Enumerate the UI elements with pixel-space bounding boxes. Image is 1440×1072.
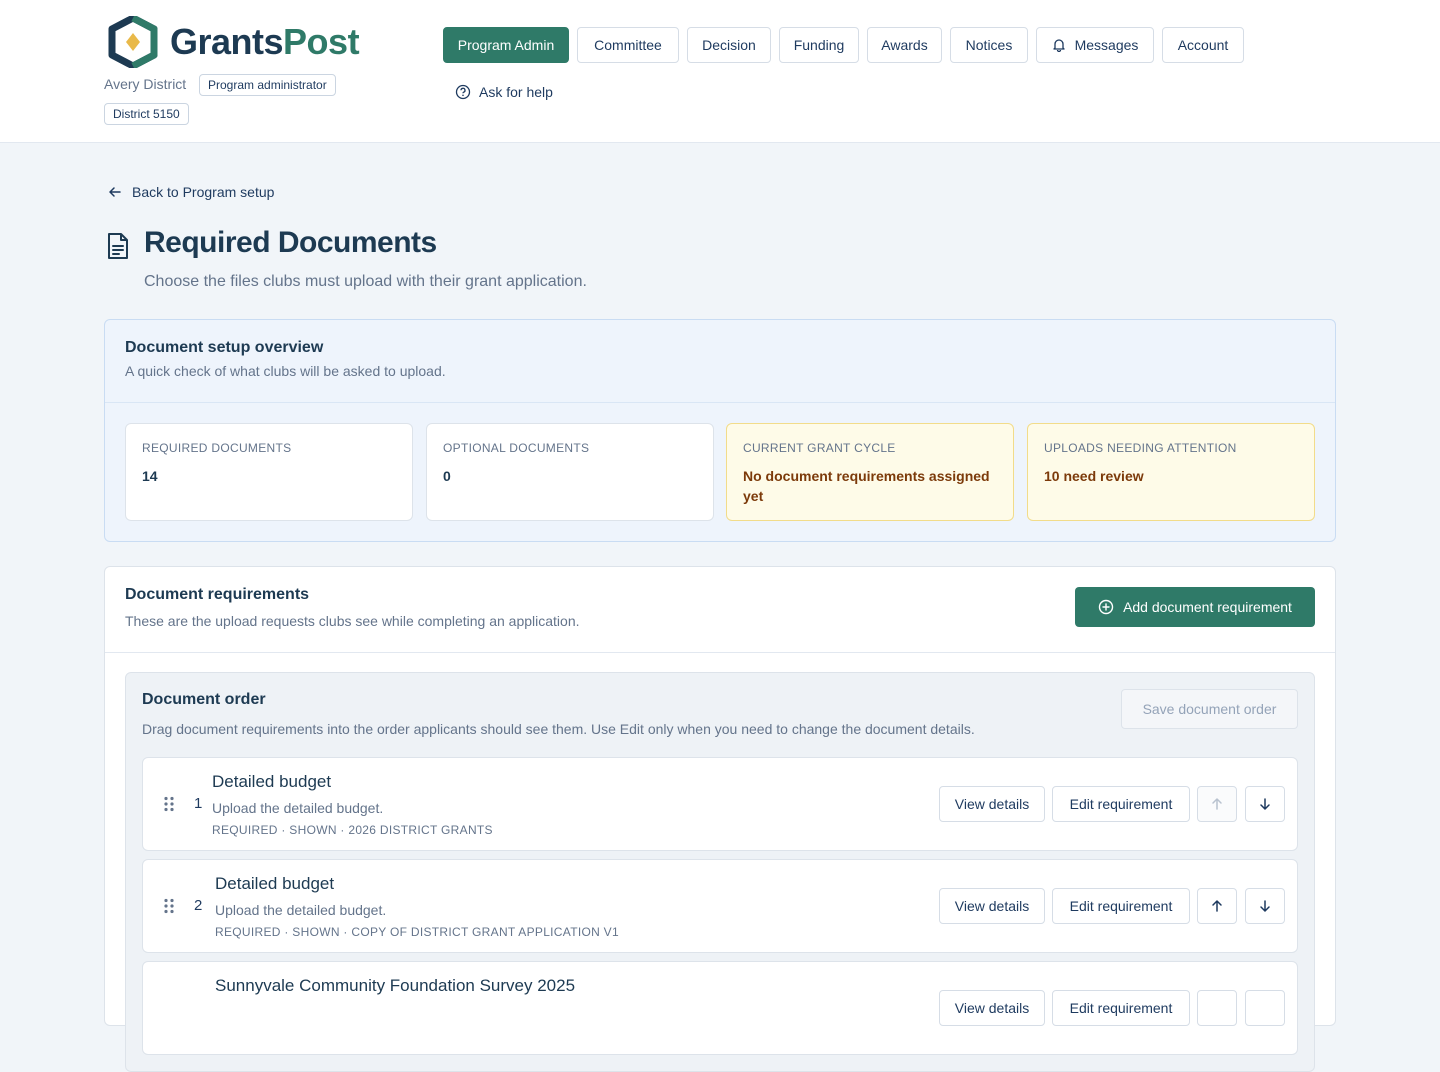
arrow-up-icon bbox=[1212, 798, 1222, 810]
district-name: Avery District bbox=[104, 76, 187, 92]
view-details-button[interactable]: View details bbox=[939, 786, 1045, 822]
logo[interactable]: GrantsPost bbox=[106, 16, 360, 68]
stat-label: OPTIONAL DOCUMENTS bbox=[443, 441, 590, 455]
stat-optional-documents: OPTIONAL DOCUMENTS 0 bbox=[426, 423, 714, 521]
document-icon bbox=[108, 233, 128, 259]
row-title: Detailed budget bbox=[212, 772, 332, 791]
nav-account[interactable]: Account bbox=[1162, 27, 1244, 63]
question-circle-icon bbox=[455, 84, 471, 100]
brand-name: GrantsPost bbox=[170, 21, 360, 62]
stat-value: 14 bbox=[142, 468, 158, 484]
view-details-button[interactable]: View details bbox=[939, 888, 1045, 924]
row-number: 2 bbox=[194, 897, 203, 914]
order-subtitle: Drag document requirements into the orde… bbox=[142, 721, 975, 737]
edit-requirement-button[interactable]: Edit requirement bbox=[1052, 888, 1190, 924]
row-description: Upload the detailed budget. bbox=[215, 902, 387, 918]
nav-program-admin[interactable]: Program Admin bbox=[443, 27, 569, 63]
arrow-down-icon bbox=[1260, 798, 1270, 810]
row-description: Upload the detailed budget. bbox=[212, 800, 384, 816]
stat-required-documents: REQUIRED DOCUMENTS 14 bbox=[125, 423, 413, 521]
nav-messages[interactable]: Messages bbox=[1036, 27, 1154, 63]
move-up-button[interactable] bbox=[1197, 786, 1237, 822]
page-title: Required Documents bbox=[144, 226, 437, 259]
row-meta: REQUIRED · SHOWN · 2026 DISTRICT GRANTS bbox=[212, 823, 493, 837]
stat-value: 0 bbox=[443, 468, 451, 484]
order-title: Document order bbox=[142, 691, 266, 708]
row-title: Sunnyvale Community Foundation Survey 20… bbox=[215, 976, 576, 995]
overview-subtitle: A quick check of what clubs will be aske… bbox=[125, 363, 446, 379]
stat-uploads-needing-attention: UPLOADS NEEDING ATTENTION 10 need review bbox=[1027, 423, 1315, 521]
nav-committee[interactable]: Committee bbox=[577, 27, 679, 63]
row-number: 1 bbox=[194, 795, 203, 812]
document-row[interactable]: Sunnyvale Community Foundation Survey 20… bbox=[142, 961, 1298, 1055]
district-badge: District 5150 bbox=[104, 103, 189, 125]
arrow-left-icon bbox=[109, 187, 121, 197]
move-down-button[interactable] bbox=[1245, 990, 1285, 1026]
arrow-up-icon bbox=[1212, 900, 1222, 912]
row-meta: REQUIRED · SHOWN · COPY OF DISTRICT GRAN… bbox=[215, 925, 619, 939]
move-down-button[interactable] bbox=[1245, 786, 1285, 822]
stat-current-grant-cycle: CURRENT GRANT CYCLE No document requirem… bbox=[726, 423, 1014, 521]
ask-for-help-link[interactable]: Ask for help bbox=[455, 84, 553, 100]
document-row[interactable]: 2 Detailed budget Upload the detailed bu… bbox=[142, 859, 1298, 953]
stat-label: CURRENT GRANT CYCLE bbox=[743, 441, 896, 455]
nav-funding[interactable]: Funding bbox=[779, 27, 859, 63]
edit-requirement-button[interactable]: Edit requirement bbox=[1052, 990, 1190, 1026]
document-order-panel: Document order Drag document requirement… bbox=[125, 672, 1315, 1072]
add-document-requirement-button[interactable]: Add document requirement bbox=[1075, 587, 1315, 627]
logo-icon bbox=[108, 16, 158, 68]
drag-handle-icon[interactable] bbox=[163, 898, 175, 914]
role-badge: Program administrator bbox=[199, 74, 336, 96]
stat-value: No document requirements assigned yet bbox=[743, 468, 990, 504]
back-to-program-setup-link[interactable]: Back to Program setup bbox=[108, 184, 274, 200]
save-document-order-button[interactable]: Save document order bbox=[1121, 689, 1298, 729]
nav-awards[interactable]: Awards bbox=[867, 27, 942, 63]
document-setup-overview: Document setup overview A quick check of… bbox=[104, 319, 1336, 542]
stat-label: UPLOADS NEEDING ATTENTION bbox=[1044, 441, 1237, 455]
stat-value: 10 need review bbox=[1044, 468, 1144, 484]
drag-handle-icon[interactable] bbox=[163, 796, 175, 812]
move-up-button[interactable] bbox=[1197, 990, 1237, 1026]
stat-label: REQUIRED DOCUMENTS bbox=[142, 441, 292, 455]
overview-title: Document setup overview bbox=[125, 339, 324, 356]
page-subtitle: Choose the files clubs must upload with … bbox=[144, 273, 587, 290]
document-requirements-panel: Document requirements These are the uplo… bbox=[104, 566, 1336, 1072]
move-down-button[interactable] bbox=[1245, 888, 1285, 924]
arrow-down-icon bbox=[1260, 900, 1270, 912]
row-title: Detailed budget bbox=[215, 874, 335, 893]
document-row[interactable]: 1 Detailed budget Upload the detailed bu… bbox=[142, 757, 1298, 851]
view-details-button[interactable]: View details bbox=[939, 990, 1045, 1026]
nav-decision[interactable]: Decision bbox=[687, 27, 771, 63]
plus-circle-icon bbox=[1098, 599, 1114, 615]
nav-notices[interactable]: Notices bbox=[950, 27, 1028, 63]
top-bar: GrantsPost Avery District Program admini… bbox=[0, 0, 1440, 143]
edit-requirement-button[interactable]: Edit requirement bbox=[1052, 786, 1190, 822]
move-up-button[interactable] bbox=[1197, 888, 1237, 924]
bell-icon bbox=[1052, 39, 1065, 52]
